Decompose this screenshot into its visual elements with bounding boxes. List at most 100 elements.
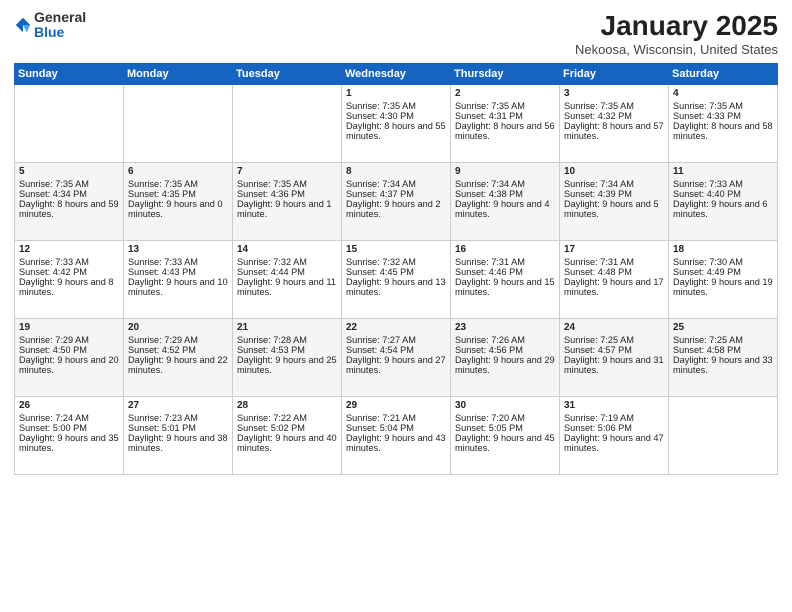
day-number: 28 xyxy=(237,400,337,411)
day-number: 17 xyxy=(564,244,664,255)
day-content: Sunset: 4:39 PM xyxy=(564,189,664,199)
day-content: Sunset: 4:30 PM xyxy=(346,111,446,121)
month-title: January 2025 xyxy=(575,10,778,42)
day-number: 7 xyxy=(237,166,337,177)
calendar-week-4: 26Sunrise: 7:24 AMSunset: 5:00 PMDayligh… xyxy=(15,397,778,475)
day-content: Sunrise: 7:34 AM xyxy=(564,179,664,189)
day-content: Sunset: 4:50 PM xyxy=(19,345,119,355)
day-content: Sunrise: 7:23 AM xyxy=(128,413,228,423)
calendar-cell: 20Sunrise: 7:29 AMSunset: 4:52 PMDayligh… xyxy=(124,319,233,397)
day-content: Sunset: 4:42 PM xyxy=(19,267,119,277)
page: General Blue January 2025 Nekoosa, Wisco… xyxy=(0,0,792,612)
day-content: Sunrise: 7:35 AM xyxy=(346,101,446,111)
day-number: 2 xyxy=(455,88,555,99)
calendar-cell: 6Sunrise: 7:35 AMSunset: 4:35 PMDaylight… xyxy=(124,163,233,241)
day-content: Sunrise: 7:20 AM xyxy=(455,413,555,423)
calendar-week-2: 12Sunrise: 7:33 AMSunset: 4:42 PMDayligh… xyxy=(15,241,778,319)
day-number: 13 xyxy=(128,244,228,255)
day-number: 3 xyxy=(564,88,664,99)
day-header-tuesday: Tuesday xyxy=(233,64,342,85)
day-content: Sunset: 4:46 PM xyxy=(455,267,555,277)
calendar-cell: 10Sunrise: 7:34 AMSunset: 4:39 PMDayligh… xyxy=(560,163,669,241)
day-content: Sunrise: 7:29 AM xyxy=(128,335,228,345)
day-content: Daylight: 9 hours and 6 minutes. xyxy=(673,199,773,219)
day-content: Daylight: 9 hours and 25 minutes. xyxy=(237,355,337,375)
day-number: 8 xyxy=(346,166,446,177)
day-content: Sunrise: 7:29 AM xyxy=(19,335,119,345)
day-content: Daylight: 9 hours and 47 minutes. xyxy=(564,433,664,453)
calendar-cell: 21Sunrise: 7:28 AMSunset: 4:53 PMDayligh… xyxy=(233,319,342,397)
calendar-cell: 14Sunrise: 7:32 AMSunset: 4:44 PMDayligh… xyxy=(233,241,342,319)
calendar: SundayMondayTuesdayWednesdayThursdayFrid… xyxy=(14,63,778,475)
day-number: 24 xyxy=(564,322,664,333)
calendar-week-3: 19Sunrise: 7:29 AMSunset: 4:50 PMDayligh… xyxy=(15,319,778,397)
day-content: Sunset: 4:33 PM xyxy=(673,111,773,121)
day-content: Daylight: 9 hours and 15 minutes. xyxy=(455,277,555,297)
day-content: Sunset: 4:45 PM xyxy=(346,267,446,277)
calendar-cell: 26Sunrise: 7:24 AMSunset: 5:00 PMDayligh… xyxy=(15,397,124,475)
day-header-friday: Friday xyxy=(560,64,669,85)
day-number: 31 xyxy=(564,400,664,411)
calendar-cell: 16Sunrise: 7:31 AMSunset: 4:46 PMDayligh… xyxy=(451,241,560,319)
calendar-cell: 18Sunrise: 7:30 AMSunset: 4:49 PMDayligh… xyxy=(669,241,778,319)
calendar-cell xyxy=(15,85,124,163)
calendar-cell: 12Sunrise: 7:33 AMSunset: 4:42 PMDayligh… xyxy=(15,241,124,319)
day-content: Daylight: 9 hours and 29 minutes. xyxy=(455,355,555,375)
day-number: 11 xyxy=(673,166,773,177)
calendar-cell: 4Sunrise: 7:35 AMSunset: 4:33 PMDaylight… xyxy=(669,85,778,163)
day-content: Sunset: 4:56 PM xyxy=(455,345,555,355)
day-content: Sunset: 4:54 PM xyxy=(346,345,446,355)
day-content: Daylight: 8 hours and 55 minutes. xyxy=(346,121,446,141)
logo-blue: Blue xyxy=(34,25,86,40)
day-content: Daylight: 8 hours and 57 minutes. xyxy=(564,121,664,141)
day-content: Sunrise: 7:21 AM xyxy=(346,413,446,423)
day-content: Sunset: 5:06 PM xyxy=(564,423,664,433)
day-content: Sunset: 4:40 PM xyxy=(673,189,773,199)
day-header-saturday: Saturday xyxy=(669,64,778,85)
day-content: Sunrise: 7:22 AM xyxy=(237,413,337,423)
day-number: 23 xyxy=(455,322,555,333)
day-content: Sunrise: 7:35 AM xyxy=(673,101,773,111)
calendar-cell: 27Sunrise: 7:23 AMSunset: 5:01 PMDayligh… xyxy=(124,397,233,475)
calendar-cell: 29Sunrise: 7:21 AMSunset: 5:04 PMDayligh… xyxy=(342,397,451,475)
calendar-week-0: 1Sunrise: 7:35 AMSunset: 4:30 PMDaylight… xyxy=(15,85,778,163)
day-header-monday: Monday xyxy=(124,64,233,85)
day-content: Daylight: 8 hours and 56 minutes. xyxy=(455,121,555,141)
calendar-header-row: SundayMondayTuesdayWednesdayThursdayFrid… xyxy=(15,64,778,85)
day-content: Sunrise: 7:32 AM xyxy=(346,257,446,267)
day-number: 12 xyxy=(19,244,119,255)
day-content: Sunset: 4:44 PM xyxy=(237,267,337,277)
calendar-cell: 24Sunrise: 7:25 AMSunset: 4:57 PMDayligh… xyxy=(560,319,669,397)
calendar-cell xyxy=(124,85,233,163)
calendar-cell: 15 Sunrise: 7:32 AMSunset: 4:45 PMDayligh… xyxy=(342,241,451,319)
day-content: Daylight: 9 hours and 8 minutes. xyxy=(19,277,119,297)
day-content: Daylight: 9 hours and 35 minutes. xyxy=(19,433,119,453)
calendar-cell: 23Sunrise: 7:26 AMSunset: 4:56 PMDayligh… xyxy=(451,319,560,397)
day-content: Sunrise: 7:24 AM xyxy=(19,413,119,423)
day-content: Daylight: 9 hours and 0 minutes. xyxy=(128,199,228,219)
day-content: Sunrise: 7:19 AM xyxy=(564,413,664,423)
day-content: Sunset: 4:48 PM xyxy=(564,267,664,277)
day-number: 18 xyxy=(673,244,773,255)
day-number: 6 xyxy=(128,166,228,177)
day-content: Sunrise: 7:28 AM xyxy=(237,335,337,345)
day-content: Sunrise: 7:25 AM xyxy=(673,335,773,345)
day-number: 15 xyxy=(346,244,446,255)
day-content: Sunrise: 7:34 AM xyxy=(346,179,446,189)
day-content: Sunrise: 7:33 AM xyxy=(673,179,773,189)
day-content: Sunrise: 7:35 AM xyxy=(128,179,228,189)
day-header-sunday: Sunday xyxy=(15,64,124,85)
calendar-cell: 9Sunrise: 7:34 AMSunset: 4:38 PMDaylight… xyxy=(451,163,560,241)
logo-text: General Blue xyxy=(34,10,86,41)
day-content: Sunrise: 7:35 AM xyxy=(237,179,337,189)
day-content: Daylight: 9 hours and 17 minutes. xyxy=(564,277,664,297)
day-content: Daylight: 9 hours and 11 minutes. xyxy=(237,277,337,297)
day-content: Daylight: 9 hours and 4 minutes. xyxy=(455,199,555,219)
day-content: Daylight: 9 hours and 13 minutes. xyxy=(346,277,446,297)
calendar-cell: 17Sunrise: 7:31 AMSunset: 4:48 PMDayligh… xyxy=(560,241,669,319)
day-content: Sunset: 4:58 PM xyxy=(673,345,773,355)
day-content: Sunset: 4:31 PM xyxy=(455,111,555,121)
day-header-thursday: Thursday xyxy=(451,64,560,85)
day-number: 26 xyxy=(19,400,119,411)
logo-general: General xyxy=(34,10,86,25)
